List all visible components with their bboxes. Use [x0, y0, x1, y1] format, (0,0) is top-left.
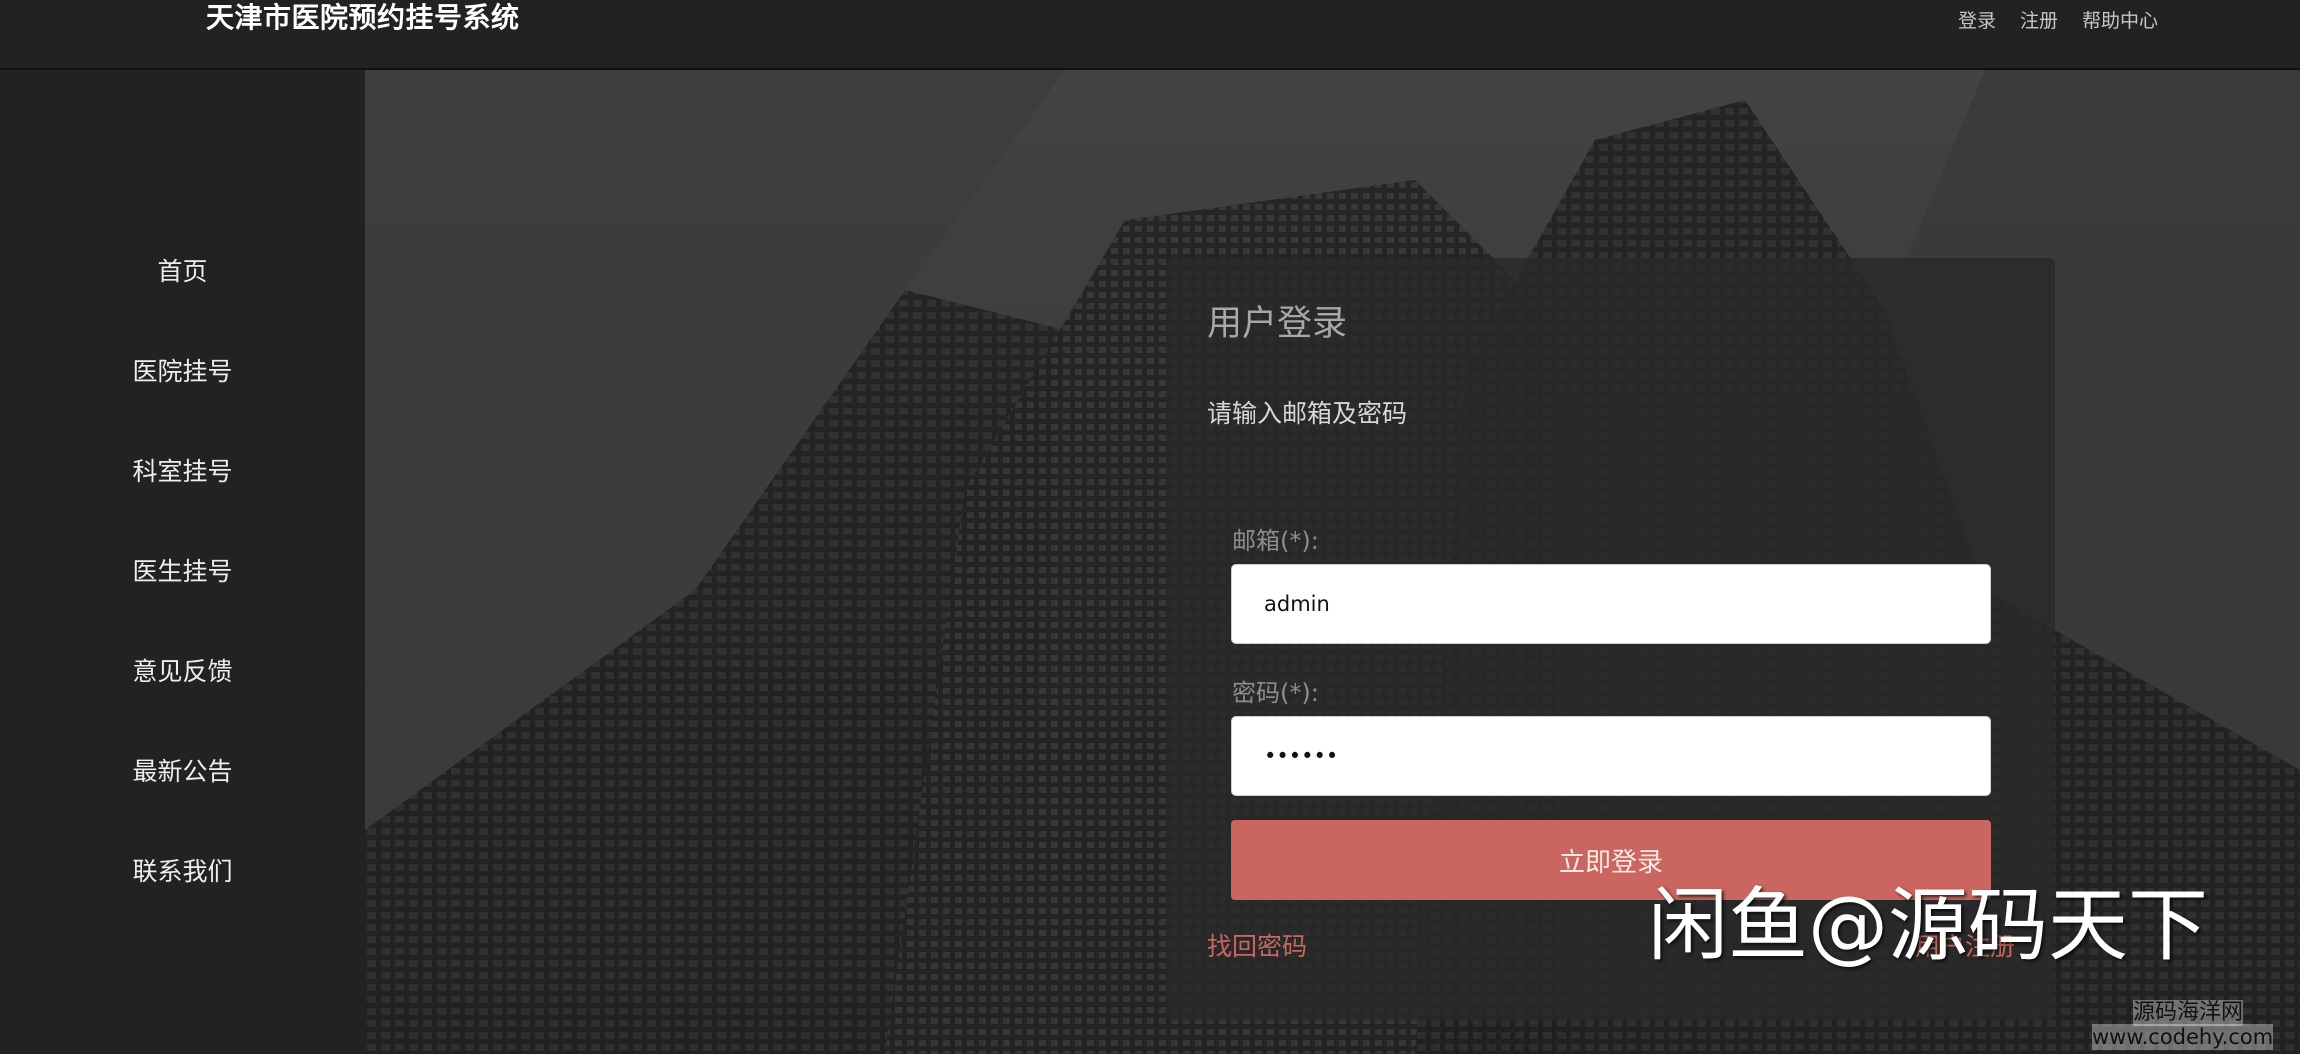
nav-help-link[interactable]: 帮助中心 [2082, 8, 2158, 34]
top-navbar: 天津市医院预约挂号系统 登录 注册 帮助中心 [0, 0, 2300, 70]
password-label: 密码(*): [1232, 679, 1319, 707]
sidebar-item-announcements[interactable]: 最新公告 [0, 752, 365, 792]
top-nav-links: 登录 注册 帮助中心 [1958, 8, 2158, 34]
forgot-password-link[interactable]: 找回密码 [1207, 931, 1307, 963]
sidebar-item-contact-us[interactable]: 联系我们 [0, 852, 365, 892]
sidebar-item-doctor-registration[interactable]: 医生挂号 [0, 552, 365, 592]
watermark-site-name: 源码海洋网 [2133, 1000, 2244, 1026]
password-input[interactable] [1231, 716, 1991, 796]
login-title: 用户登录 [1207, 304, 1348, 344]
sidebar-item-department-registration[interactable]: 科室挂号 [0, 452, 365, 492]
login-hint: 请输入邮箱及密码 [1207, 399, 1408, 428]
watermark-main: 闲鱼@源码天下 [1648, 879, 2208, 972]
nav-register-link[interactable]: 注册 [2020, 8, 2058, 34]
nav-login-link[interactable]: 登录 [1958, 8, 1996, 34]
email-input[interactable] [1231, 564, 1991, 644]
sidebar: 首页 医院挂号 科室挂号 医生挂号 意见反馈 最新公告 联系我们 [0, 70, 365, 1054]
sidebar-item-home[interactable]: 首页 [0, 252, 365, 292]
app-title[interactable]: 天津市医院预约挂号系统 [206, 0, 520, 38]
sidebar-item-feedback[interactable]: 意见反馈 [0, 652, 365, 692]
email-label: 邮箱(*): [1232, 527, 1319, 555]
sidebar-item-hospital-registration[interactable]: 医院挂号 [0, 352, 365, 392]
watermark-site-url: www.codehy.com [2092, 1024, 2274, 1050]
